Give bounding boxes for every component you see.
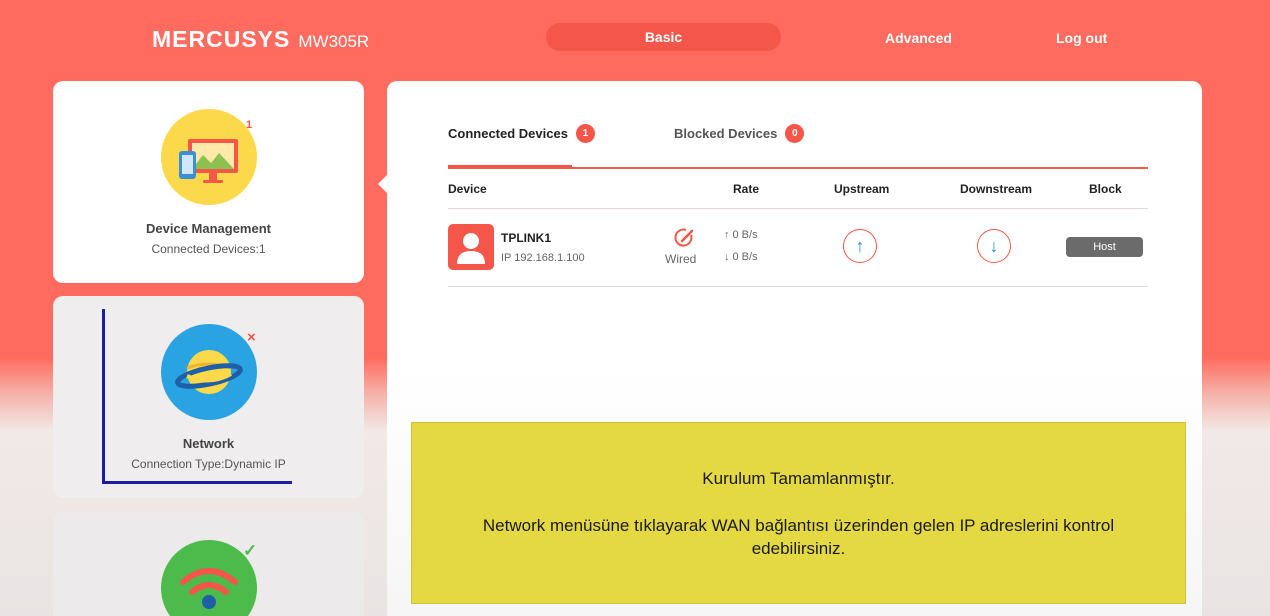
tab-connected-devices[interactable]: Connected Devices 1 [448, 124, 595, 143]
rate-upload: ↑ 0 B/s [724, 229, 758, 241]
tab-connected-label: Connected Devices [448, 126, 568, 141]
tab-active-indicator [448, 165, 572, 169]
device-avatar-icon [448, 224, 494, 270]
logo-brand: MERCUSYS [152, 26, 291, 52]
device-management-card[interactable]: 1 Device Management Connected Devices:1 [53, 81, 364, 283]
arrow-up-icon: ↑ [724, 229, 730, 241]
annotation-line-vertical [102, 309, 105, 483]
planet-icon [161, 324, 257, 420]
arrow-down-icon: ↓ [724, 251, 730, 263]
nav-logout-link[interactable]: Log out [1056, 30, 1107, 46]
active-card-pointer [378, 175, 387, 193]
tab-blocked-count: 0 [785, 124, 805, 143]
device-management-subtitle: Connected Devices:1 [151, 242, 266, 256]
column-header-rate: Rate [733, 182, 760, 196]
tutorial-notice: Kurulum Tamamlanmıştır. Network menüsüne… [411, 422, 1186, 604]
column-header-upstream: Upstream [834, 182, 890, 196]
table-row-divider [448, 286, 1148, 287]
upstream-arrow-icon: ↑ [855, 235, 865, 256]
notice-line-2: Network menüsüne tıklayarak WAN bağlantı… [482, 516, 1115, 558]
notice-line-1: Kurulum Tamamlanmıştır. [702, 469, 895, 488]
downstream-limit-button[interactable]: ↓ [977, 229, 1011, 263]
tab-connected-count: 1 [575, 124, 595, 143]
mercusys-logo: MERCUSYS MW305R [152, 26, 369, 53]
block-host-button[interactable]: Host [1066, 237, 1143, 257]
column-header-device: Device [448, 182, 487, 196]
nav-advanced-link[interactable]: Advanced [885, 30, 952, 46]
downstream-arrow-icon: ↓ [989, 235, 999, 256]
column-header-downstream: Downstream [960, 182, 1033, 196]
logo-model: MW305R [298, 32, 370, 51]
wireless-card[interactable]: ✓ [53, 511, 364, 616]
network-title: Network [182, 436, 235, 451]
network-subtitle: Connection Type:Dynamic IP [131, 457, 286, 471]
device-ip: IP 192.168.1.100 [501, 252, 585, 264]
rate-upload-value: 0 B/s [732, 229, 758, 241]
upstream-limit-button[interactable]: ↑ [843, 229, 877, 263]
annotation-line-horizontal [102, 481, 292, 484]
device-management-title: Device Management [146, 221, 271, 236]
network-status-x-icon: × [247, 329, 256, 346]
tab-blocked-label: Blocked Devices [674, 126, 778, 141]
rate-download-value: 0 B/s [732, 251, 758, 263]
device-name: TPLINK1 [501, 231, 552, 245]
device-management-badge: 1 [246, 119, 253, 131]
edit-icon[interactable] [674, 227, 696, 254]
device-management-icon [161, 109, 257, 205]
nav-basic-button[interactable]: Basic [546, 23, 781, 51]
table-header-divider [448, 208, 1148, 209]
column-header-block: Block [1089, 182, 1122, 196]
tab-blocked-devices[interactable]: Blocked Devices 0 [674, 124, 805, 143]
connection-type: Wired [665, 252, 697, 266]
rate-download: ↓ 0 B/s [724, 251, 758, 263]
network-card[interactable]: × Network Connection Type:Dynamic IP [53, 296, 364, 498]
wireless-status-check-icon: ✓ [243, 541, 258, 560]
